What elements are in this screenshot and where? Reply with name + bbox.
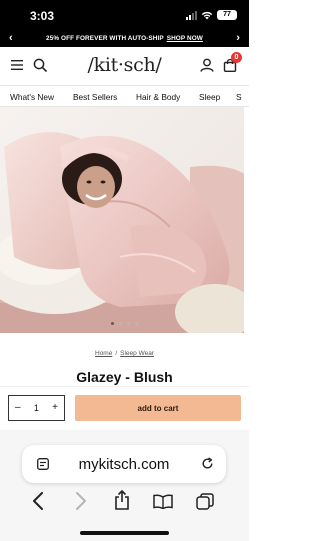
home-indicator [80,531,169,535]
reload-icon[interactable] [201,457,214,470]
product-image-carousel[interactable] [0,107,249,333]
breadcrumb: Home / Sleep Wear [0,350,249,357]
quantity-stepper: – 1 + [8,395,65,421]
back-icon[interactable] [32,492,44,510]
nav-item-sleep[interactable]: Sleep [199,92,220,102]
nav-item-more[interactable]: S [236,92,242,102]
nav-item-best-sellers[interactable]: Best Sellers [73,92,117,102]
signal-icon [186,10,197,20]
breadcrumb-separator: / [115,350,118,357]
share-icon[interactable] [114,490,130,510]
battery-icon: 77 [217,10,237,20]
breadcrumb-category-link[interactable]: Sleep Wear [120,350,154,357]
quantity-value[interactable]: 1 [34,403,39,413]
carousel-dot[interactable] [111,322,114,325]
carousel-dots [111,322,138,325]
cart-button[interactable]: 0 [223,52,242,73]
breadcrumb-home-link[interactable]: Home [95,350,112,357]
carousel-dot[interactable] [119,322,122,325]
status-time: 3:03 [30,9,55,23]
add-to-cart-button[interactable]: add to cart [75,395,241,421]
promo-next-icon[interactable]: › [236,32,240,44]
page: 3:03 77 ‹ 25% OFF FOREVER WITH AUTO-SHIP… [0,0,249,541]
wifi-icon [201,11,213,19]
cart-count-badge: 0 [231,52,242,63]
tabs-icon[interactable] [196,493,214,510]
carousel-dot[interactable] [135,322,138,325]
sticky-buy-bar: – 1 + add to cart [0,386,249,430]
promo-prev-icon[interactable]: ‹ [9,32,13,44]
promo-banner: ‹ 25% OFF FOREVER WITH AUTO-SHIP SHOP NO… [0,30,249,47]
status-icons: 77 [186,10,237,20]
forward-icon[interactable] [75,492,87,510]
status-bar: 3:03 77 [0,0,249,30]
promo-text: 25% OFF FOREVER WITH AUTO-SHIP [46,35,164,42]
site-header: /kit·sch/ 0 [0,47,249,85]
product-title: Glazey - Blush [76,369,173,385]
browser-toolbar: mykitsch.com [0,430,249,541]
quantity-increment-button[interactable]: + [52,403,58,413]
account-icon[interactable] [200,58,214,72]
nav-item-hair-body[interactable]: Hair & Body [136,92,180,102]
address-bar[interactable]: mykitsch.com [22,445,226,483]
carousel-dot[interactable] [127,322,130,325]
nav-item-whats-new[interactable]: What's New [10,92,54,102]
promo-shop-now-link[interactable]: SHOP NOW [167,35,203,42]
bookmarks-icon[interactable] [153,494,173,509]
url-text: mykitsch.com [78,456,170,473]
quantity-decrement-button[interactable]: – [15,403,21,413]
category-nav: What's New Best Sellers Hair & Body Slee… [0,85,249,107]
product-photo [0,107,249,333]
